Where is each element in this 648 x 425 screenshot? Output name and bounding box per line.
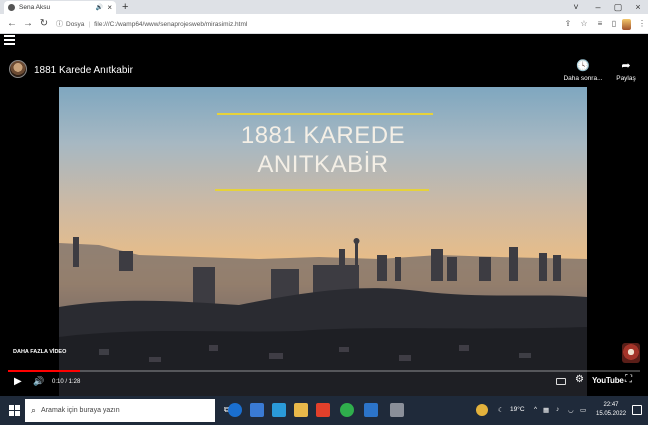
title-line-top <box>217 113 433 115</box>
more-videos-button[interactable]: DAHA FAZLA VİDEO <box>13 349 66 355</box>
share-button[interactable]: ➦ Paylaş <box>610 60 642 83</box>
watch-later-button[interactable]: 🕓 Daha sonra... <box>560 60 606 83</box>
bookmark-star-icon[interactable]: ☆ <box>578 17 590 31</box>
address-separator: | <box>88 20 91 28</box>
menu-dots-icon[interactable]: ⋮ <box>636 17 648 31</box>
file-explorer-icon[interactable] <box>294 403 308 417</box>
edge-icon[interactable] <box>228 403 242 417</box>
watch-later-label: Daha sonra... <box>563 75 603 82</box>
channel-avatar[interactable] <box>9 60 27 78</box>
clock-time: 22:47 <box>603 402 619 408</box>
taskbar-search-input[interactable]: ⌕ Aramak için buraya yazın <box>25 399 215 422</box>
notification-icon[interactable] <box>632 405 642 415</box>
active-app-icon[interactable] <box>390 403 404 417</box>
share-page-icon[interactable]: ⇪ <box>562 17 574 31</box>
profile-avatar[interactable] <box>622 19 631 30</box>
tab-close-button[interactable]: × <box>107 3 112 12</box>
app-icon[interactable] <box>364 403 378 417</box>
mail-icon[interactable] <box>272 403 286 417</box>
address-prefix: Dosya <box>66 20 85 28</box>
moon-icon: ☾ <box>498 407 504 414</box>
video-frame[interactable]: 1881 KAREDE ANITKABİR <box>59 87 587 396</box>
reload-icon[interactable]: ↻ <box>38 17 50 31</box>
windows-start-icon[interactable] <box>9 405 20 416</box>
progress-bar[interactable] <box>8 370 640 372</box>
overlay-title-line1: 1881 KAREDE <box>240 122 406 149</box>
maximize-button[interactable]: ▢ <box>608 0 628 14</box>
tray-overflow-caret[interactable]: ^ <box>534 406 537 413</box>
weather-widget-icon[interactable] <box>476 404 488 416</box>
back-icon[interactable]: ← <box>6 17 18 31</box>
wifi-icon[interactable]: ◡ <box>568 406 574 414</box>
video-player[interactable]: 1881 Karede Anıtkabir 🕓 Daha sonra... ➦ … <box>0 35 648 396</box>
overlay-title: 1881 KAREDE ANITKABİR <box>59 121 587 179</box>
fullscreen-icon[interactable]: ⛶ <box>625 374 632 385</box>
tab-search-button[interactable]: ˅ <box>566 0 586 14</box>
network-icon[interactable]: ▦ <box>543 406 549 414</box>
progress-fill <box>8 370 81 372</box>
side-panel-icon[interactable]: ▯ <box>608 17 620 31</box>
chrome-icon[interactable] <box>340 403 354 417</box>
minimize-button[interactable]: – <box>588 0 608 14</box>
close-window-button[interactable]: × <box>628 0 648 14</box>
forward-icon[interactable]: → <box>22 17 34 31</box>
search-icon: ⌕ <box>31 405 37 415</box>
favicon-icon <box>8 4 15 11</box>
address-url: file:///C:/wamp64/www/senaprojesweb/mira… <box>94 20 248 28</box>
youtube-logo[interactable]: YouTube <box>592 376 624 385</box>
sound-icon[interactable]: ♪ <box>556 406 559 413</box>
subtitles-icon[interactable] <box>556 378 566 385</box>
tab-title: Sena Aksu <box>19 4 51 11</box>
gear-icon[interactable]: ⚙ <box>575 374 584 385</box>
video-title[interactable]: 1881 Karede Anıtkabir <box>34 65 133 76</box>
reading-list-icon[interactable]: ≡ <box>594 17 606 31</box>
clock-icon: 🕓 <box>576 60 590 72</box>
office-icon[interactable] <box>316 403 330 417</box>
address-bar[interactable]: ⓘ Dosya | file:///C:/wamp64/www/senaproj… <box>56 17 546 31</box>
store-icon[interactable] <box>250 403 264 417</box>
channel-watermark-icon[interactable] <box>622 343 640 363</box>
tab-strip: Sena Aksu 🔊 × + ˅ – ▢ × <box>0 0 648 14</box>
search-placeholder: Aramak için buraya yazın <box>41 407 120 414</box>
weather-temp[interactable]: 19°C <box>510 406 525 413</box>
time-display: 0:10 / 1:28 <box>52 379 81 385</box>
title-line-bottom <box>215 189 429 191</box>
keyboard-icon[interactable]: ▭ <box>580 406 586 414</box>
share-label: Paylaş <box>616 75 636 82</box>
browser-toolbar: ← → ↻ ⓘ Dosya | file:///C:/wamp64/www/se… <box>0 14 648 34</box>
volume-icon[interactable]: 🔊 <box>33 376 44 387</box>
taskbar: ⌕ Aramak için buraya yazın ⧉ ☾ 19°C ^ ▦ … <box>0 396 648 425</box>
speaker-icon[interactable]: 🔊 <box>96 4 103 11</box>
play-icon[interactable]: ▶ <box>14 376 22 387</box>
info-icon[interactable]: ⓘ <box>56 19 63 29</box>
hamburger-menu-icon[interactable] <box>4 35 15 45</box>
taskbar-clock[interactable]: 22:47 15.05.2022 <box>596 401 626 419</box>
new-tab-button[interactable]: + <box>122 0 128 14</box>
share-arrow-icon: ➦ <box>621 60 631 72</box>
clock-date: 15.05.2022 <box>596 411 627 417</box>
overlay-title-line2: ANITKABİR <box>257 151 389 178</box>
browser-tab[interactable]: Sena Aksu 🔊 × <box>4 1 116 14</box>
